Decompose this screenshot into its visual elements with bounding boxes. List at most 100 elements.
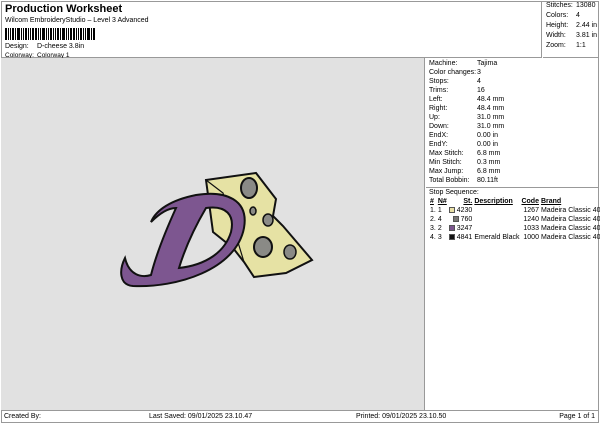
barcode-bar	[5, 28, 7, 40]
column-header: N#	[437, 198, 447, 205]
stitch-count: 760	[460, 216, 473, 223]
machine-value: 31.0 mm	[477, 114, 505, 121]
stitch-count: 4230	[456, 207, 473, 214]
barcode-bar	[73, 28, 75, 40]
machine-label: Up:	[429, 114, 440, 121]
barcode	[5, 28, 95, 40]
barcode-bar	[91, 28, 92, 40]
stitch-count-cell: 3247	[448, 224, 474, 233]
machine-label: Min Stitch:	[429, 159, 462, 166]
barcode-bar	[78, 28, 79, 40]
stat-row: Width: 3.81 in	[543, 31, 599, 41]
table-row: 1. 1 4230 1267 Madeira Classic 40	[429, 206, 600, 215]
barcode-bar	[87, 28, 90, 40]
stitch-count-cell: 4841	[448, 233, 474, 242]
barcode-bar	[83, 28, 84, 40]
barcode-bar	[80, 28, 82, 40]
design-canvas	[1, 58, 425, 410]
machine-row: Machine: Tajima	[426, 59, 599, 68]
machine-value: 0.00 in	[477, 141, 499, 148]
machine-row: Trims: 16	[426, 86, 599, 95]
barcode-bar	[21, 28, 22, 40]
barcode-bar	[23, 28, 24, 40]
table-row: 4. 3 4841 Emerald Black 1000 Madeira Classic…	[429, 233, 600, 242]
barcode-bar	[66, 28, 67, 40]
stop-number: 1.	[430, 207, 436, 214]
created-by: Created By:	[4, 413, 41, 420]
needle-number: 2	[437, 225, 442, 232]
machine-row: Down: 31.0 mm	[426, 122, 599, 131]
barcode-bar	[93, 28, 95, 40]
stitch-count: 3247	[456, 225, 473, 232]
barcode-bar	[17, 28, 20, 40]
design-label: Design:	[5, 43, 29, 50]
printed-date: Printed: 09/01/2025 23.10.50	[356, 413, 447, 420]
barcode-bar	[48, 28, 49, 40]
machine-info: Machine: Tajima Color changes: 3 Stops: 4 Trim…	[426, 58, 599, 185]
machine-value: 48.4 mm	[477, 96, 505, 103]
machine-label: EndY:	[429, 141, 448, 148]
thread-code: 1033	[523, 225, 539, 232]
stat-row: Stitches: 13080	[543, 1, 599, 11]
barcode-bar	[28, 28, 29, 40]
barcode-bar	[10, 28, 11, 40]
machine-label: Left:	[429, 96, 443, 103]
cheese-hole	[262, 213, 274, 227]
stat-label: Colors:	[546, 12, 569, 19]
machine-row: EndX: 0.00 in	[426, 131, 599, 140]
thread-code: 1240	[523, 216, 539, 223]
machine-label: Color changes:	[429, 69, 477, 76]
barcode-bar	[30, 28, 31, 40]
design-stats: Stitches: 13080 Colors: 4 Height: 2.44 in Widt…	[543, 1, 599, 58]
barcode-bar	[55, 28, 56, 40]
design-info: Design: D-cheese 3.8in	[5, 43, 84, 50]
stop-number: 3.	[430, 225, 436, 232]
machine-value: 16	[477, 87, 485, 94]
machine-label: Max Jump:	[429, 168, 464, 175]
machine-row: Color changes: 3	[426, 68, 599, 77]
stitch-count: 4841	[456, 234, 473, 241]
thread-brand: Madeira Classic 40	[540, 216, 600, 223]
stat-row: Colors: 4	[543, 11, 599, 21]
stat-value: 13080	[576, 2, 596, 9]
machine-row: Right: 48.4 mm	[426, 104, 599, 113]
machine-value: 6.8 mm	[477, 168, 501, 175]
barcode-bar	[53, 28, 54, 40]
description	[473, 215, 520, 224]
machine-value: 4	[477, 78, 481, 85]
machine-row: Left: 48.4 mm	[426, 95, 599, 104]
machine-label: Right:	[429, 105, 448, 112]
thread-brand: Madeira Classic 40	[540, 225, 600, 232]
column-header: St.	[463, 198, 473, 205]
design-value: D-cheese 3.8in	[37, 43, 85, 50]
stat-label: Width:	[546, 32, 566, 39]
color-swatch	[452, 216, 459, 223]
barcode-bar	[85, 28, 86, 40]
barcode-bar	[60, 28, 61, 40]
machine-label: Max Stitch:	[429, 150, 464, 157]
stat-value: 4	[576, 12, 580, 19]
cheese-hole	[283, 244, 297, 260]
machine-row: Min Stitch: 0.3 mm	[426, 158, 599, 167]
barcode-bar	[35, 28, 37, 40]
description	[473, 224, 520, 233]
header: Production Worksheet Wilcom EmbroiderySt…	[1, 1, 542, 59]
machine-value: 80.11ft	[477, 177, 498, 184]
machine-row: Max Jump: 6.8 mm	[426, 167, 599, 176]
barcode-bar	[68, 28, 69, 40]
machine-value: 0.00 in	[477, 132, 499, 139]
stop-number: 2.	[430, 216, 436, 223]
description	[473, 206, 520, 215]
machine-row: EndY: 0.00 in	[426, 140, 599, 149]
machine-label: EndX:	[429, 132, 449, 139]
color-swatch	[448, 225, 455, 232]
machine-value: 48.4 mm	[477, 105, 505, 112]
stat-label: Stitches:	[546, 2, 573, 9]
stitch-count-cell: 4230	[448, 206, 474, 215]
needle-number: 4	[437, 216, 442, 223]
page-number: Page 1 of 1	[559, 413, 595, 420]
needle-number: 1	[437, 207, 442, 214]
details-panel: Machine: Tajima Color changes: 3 Stops: 4 Trim…	[426, 58, 600, 410]
stitch-count-cell: 760	[448, 215, 474, 224]
barcode-bar	[46, 28, 47, 40]
